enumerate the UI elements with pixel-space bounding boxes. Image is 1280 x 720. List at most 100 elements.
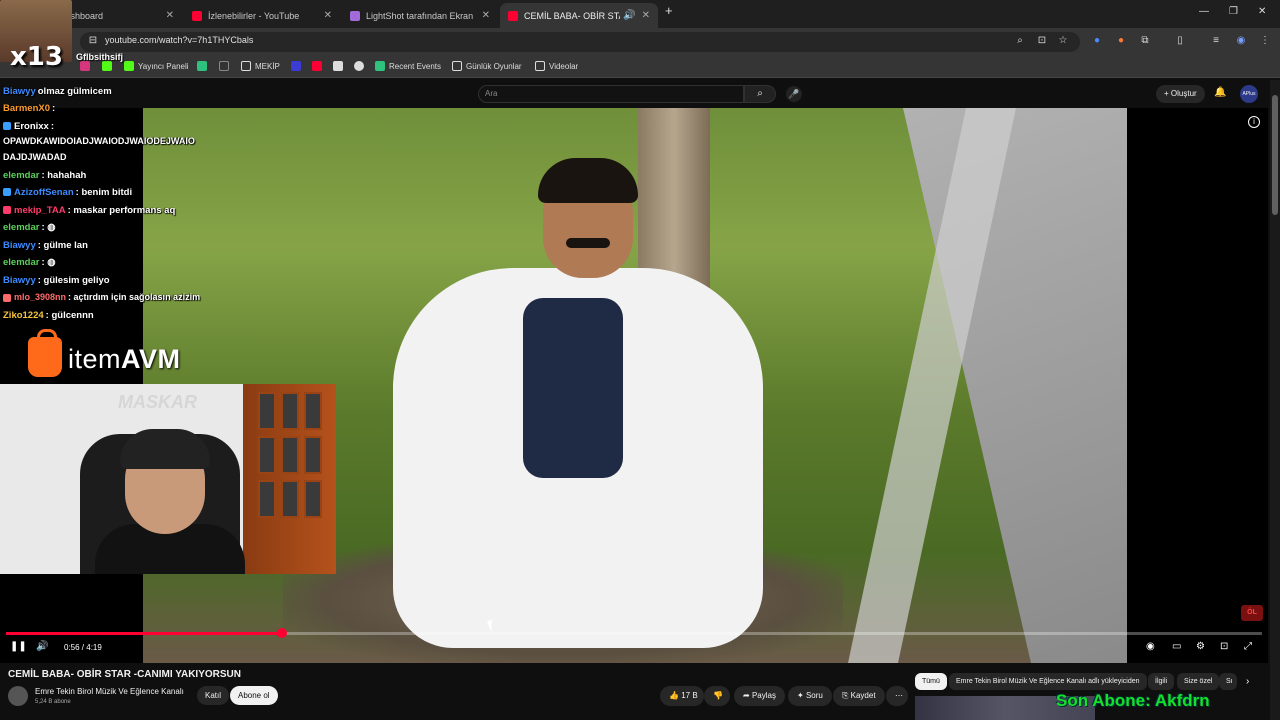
- close-tab-icon[interactable]: ✕: [324, 10, 332, 21]
- extension-icon[interactable]: ●: [1114, 35, 1128, 46]
- close-tab-icon[interactable]: ✕: [166, 10, 174, 21]
- lightshot-favicon-icon: [350, 10, 360, 21]
- gift-user-name: Gflbsithsifj: [76, 52, 123, 62]
- chat-message-continued: OPAWDKAWIDOIADJWAIODJWAIODEJWAIO: [3, 136, 195, 146]
- instagram-bookmark-icon[interactable]: [80, 61, 94, 71]
- profile-icon[interactable]: ◉: [1234, 35, 1248, 46]
- video-scene-person-hair: [538, 158, 638, 203]
- bookmark-star-icon[interactable]: ☆: [1056, 35, 1070, 46]
- channel-name[interactable]: Emre Tekin Birol Müzik Ve Eğlence Kanalı: [35, 687, 184, 696]
- close-tab-icon[interactable]: ✕: [482, 10, 490, 21]
- chat-message: Ziko1224: gülcennn: [3, 310, 94, 321]
- chat-message: elemdar: ◍: [3, 257, 56, 268]
- bookmark-icon[interactable]: [197, 61, 211, 71]
- site-info-icon[interactable]: ⊟: [86, 35, 100, 46]
- voice-search-icon[interactable]: 🎤: [786, 86, 802, 102]
- subscriber-badge-icon: [3, 122, 11, 131]
- miniplayer-icon[interactable]: ⊡: [1220, 641, 1228, 652]
- zoom-icon[interactable]: ⌕: [1013, 35, 1027, 46]
- bookmark-recent-events[interactable]: Recent Events: [375, 61, 441, 71]
- subscribe-button[interactable]: Abone ol: [230, 686, 278, 705]
- search-input[interactable]: [478, 85, 744, 103]
- share-button[interactable]: ➦ Paylaş: [734, 686, 785, 706]
- sidebar-icon[interactable]: ▯: [1173, 35, 1187, 46]
- like-button[interactable]: 👍 17 B: [660, 686, 704, 706]
- search-placeholder: Ara: [485, 89, 498, 98]
- tab-cemil-baba-active[interactable]: CEMİL BABA- OBİR STAR -C 🔊 ✕: [500, 3, 658, 28]
- menu-kebab-icon[interactable]: ⋮: [1258, 35, 1272, 46]
- emote-icon: ◍: [47, 257, 56, 268]
- info-icon[interactable]: i: [1248, 116, 1260, 128]
- chat-message: Biawyy: gülesim geliyo: [3, 275, 110, 286]
- fullscreen-icon[interactable]: ⤢: [1244, 641, 1252, 652]
- bookmark-gunluk-oyunlar[interactable]: Günlük Oyunlar: [452, 61, 522, 71]
- latest-subscriber-banner: Son Abone: Akfdrn: [1056, 691, 1210, 710]
- bookmarks-bar: [0, 56, 1280, 78]
- webcam-overlay: MASKAR: [0, 384, 336, 574]
- chevron-right-icon[interactable]: ›: [1246, 676, 1249, 687]
- chat-message-continued: DAJDJWADAD: [3, 152, 67, 162]
- save-button[interactable]: ⎘ Kaydet: [833, 686, 885, 706]
- bookmark-yayinci-paneli[interactable]: Yayıncı Paneli: [124, 61, 189, 71]
- close-tab-icon[interactable]: ✕: [642, 10, 650, 21]
- new-tab-icon[interactable]: +: [665, 3, 673, 18]
- sponsor-logo-text: itemAVM: [68, 344, 181, 374]
- restore-icon[interactable]: ❐: [1229, 6, 1238, 17]
- page-scrollbar-thumb[interactable]: [1272, 95, 1278, 215]
- reading-list-icon[interactable]: ≡: [1209, 35, 1223, 46]
- dislike-button[interactable]: 👎: [704, 686, 730, 706]
- autoplay-toggle-icon[interactable]: ◉: [1146, 641, 1155, 652]
- close-window-icon[interactable]: ✕: [1258, 6, 1266, 17]
- chip-from-uploader[interactable]: Emre Tekin Birol Müzik Ve Eğlence Kanalı…: [949, 673, 1147, 690]
- bookmark-icon[interactable]: [219, 61, 233, 71]
- bookmark-icon[interactable]: [291, 61, 305, 71]
- chat-message: elemdar: ◍: [3, 222, 56, 233]
- pause-icon[interactable]: ❚❚: [10, 641, 27, 652]
- join-button[interactable]: Katıl: [197, 686, 230, 705]
- webcam-streamer-hair: [120, 429, 210, 469]
- notifications-bell-icon[interactable]: 🔔: [1214, 87, 1226, 98]
- more-actions-button[interactable]: ⋯: [886, 686, 908, 706]
- more-horizontal-icon: ⋯: [895, 691, 903, 700]
- tab-label: CEMİL BABA- OBİR STAR -C: [524, 10, 620, 21]
- search-button[interactable]: ⌕: [744, 85, 776, 103]
- tab-lightshot[interactable]: LightShot tarafından Ekran Gör ✕: [342, 3, 498, 28]
- chip-related[interactable]: İlgili: [1148, 673, 1175, 690]
- extensions-puzzle-icon[interactable]: ⧉: [1138, 35, 1152, 46]
- subscriber-count: 5,24 B abone: [35, 699, 71, 705]
- extension-icon[interactable]: ●: [1090, 35, 1104, 46]
- bookmark-videolar[interactable]: Videolar: [535, 61, 578, 71]
- speaker-icon[interactable]: 🔊: [623, 10, 635, 21]
- url-text[interactable]: youtube.com/watch?v=7h1THYCbals: [105, 35, 253, 45]
- channel-watermark-logo: ÖL: [1241, 605, 1263, 621]
- bookmark-mekip[interactable]: MEKİP: [241, 61, 280, 71]
- subtitles-icon[interactable]: ▭: [1172, 641, 1181, 652]
- create-button[interactable]: + Oluştur: [1156, 85, 1205, 103]
- install-app-icon[interactable]: ⊡: [1035, 35, 1049, 46]
- ask-button[interactable]: ✦ Soru: [788, 686, 832, 706]
- volume-icon[interactable]: 🔊: [36, 641, 48, 652]
- chip-all[interactable]: Tümü: [915, 673, 947, 690]
- video-scene-person-moustache: [566, 238, 610, 248]
- bookmark-icon[interactable]: [354, 61, 368, 71]
- video-scene-person-shirt: [523, 298, 623, 478]
- youtube-favicon-icon: [508, 10, 518, 21]
- chip-for-you[interactable]: Size özel: [1177, 673, 1220, 690]
- progress-scrubber-handle[interactable]: [277, 628, 287, 638]
- chip-truncated[interactable]: Sı: [1219, 673, 1237, 690]
- kick-bookmark-icon[interactable]: [102, 61, 116, 71]
- settings-gear-icon[interactable]: ⚙: [1196, 641, 1205, 652]
- youtube-bookmark-icon[interactable]: [312, 61, 326, 71]
- tab-label: İzlenebilirler - YouTube: [208, 10, 300, 21]
- chat-message: Biawyy: gülme lan: [3, 240, 88, 251]
- tab-youtube-watch-later[interactable]: İzlenebilirler - YouTube ✕: [184, 3, 340, 28]
- emote-icon: ◍: [47, 222, 56, 233]
- webcam-wall-text: MASKAR: [118, 392, 197, 412]
- avatar[interactable]: APlus: [1240, 85, 1258, 103]
- bookmark-icon: ⎘: [842, 691, 849, 700]
- minimize-icon[interactable]: —: [1199, 6, 1209, 17]
- chat-message: Biawyy olmaz gülmicem: [3, 86, 112, 97]
- webcam-door: [243, 384, 336, 574]
- channel-avatar[interactable]: [8, 686, 28, 706]
- bookmark-icon[interactable]: [333, 61, 347, 71]
